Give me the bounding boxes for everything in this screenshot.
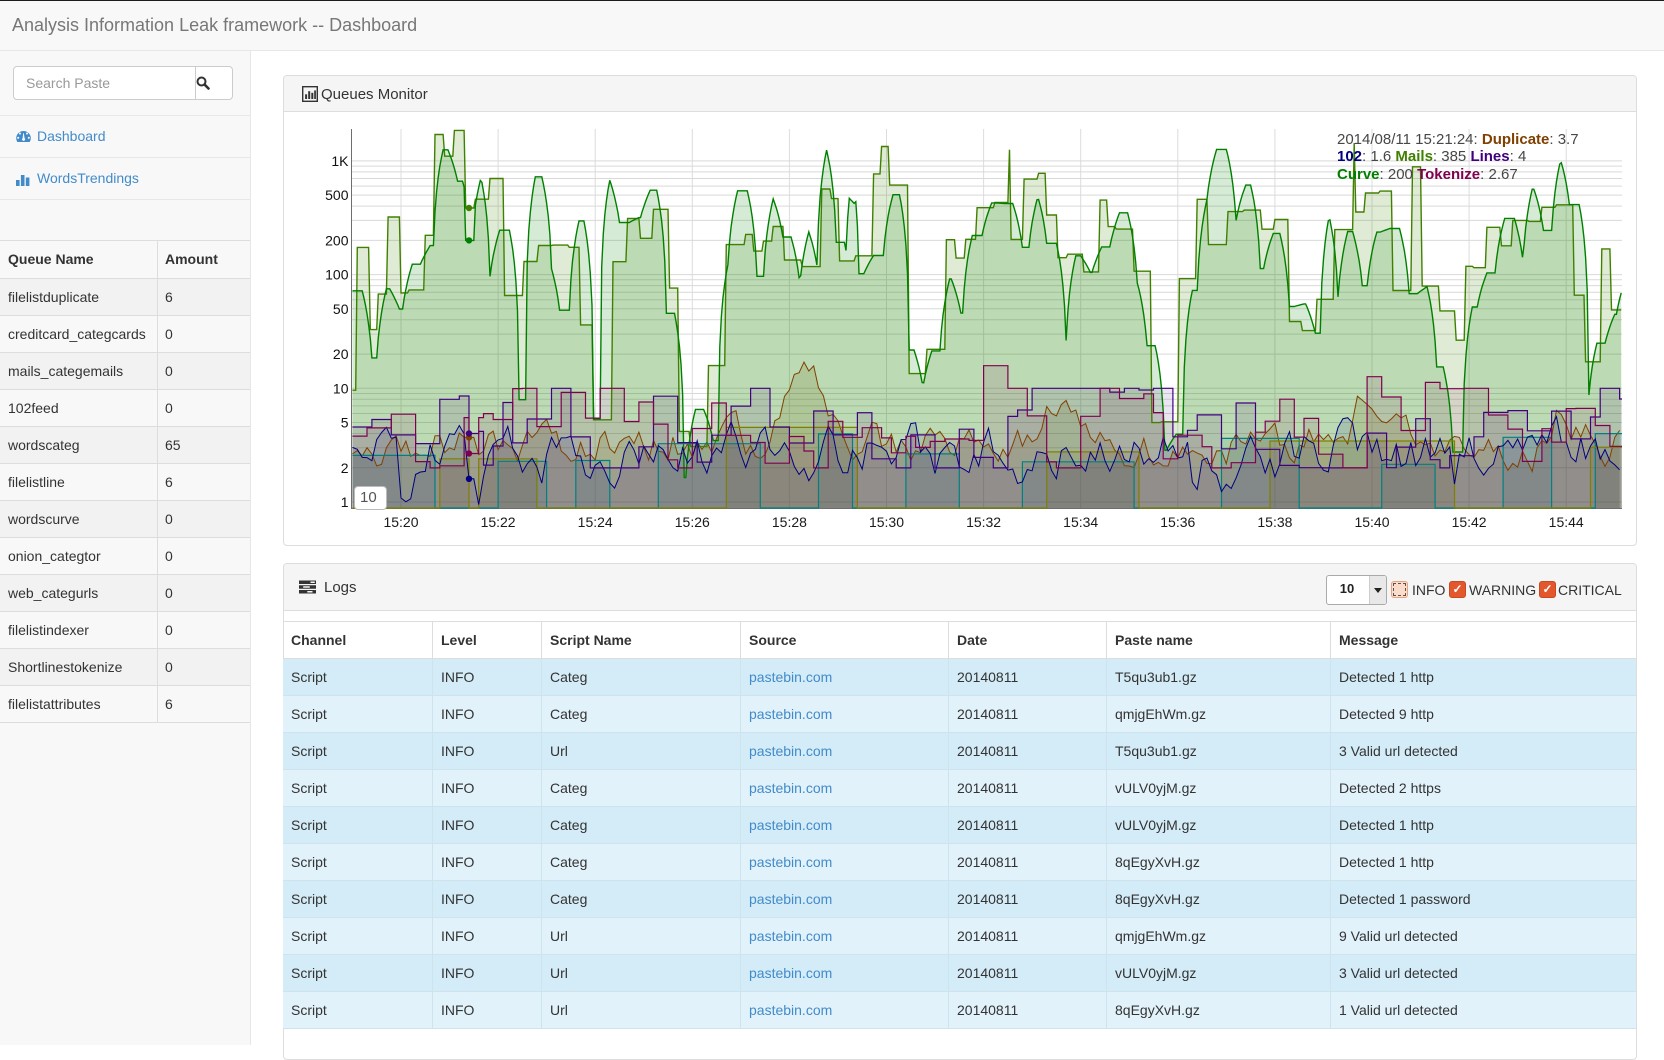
svg-text:20: 20	[333, 346, 349, 362]
svg-text:15:38: 15:38	[1257, 514, 1292, 530]
svg-text:15:36: 15:36	[1160, 514, 1195, 530]
svg-text:1K: 1K	[331, 153, 349, 169]
svg-text:15:20: 15:20	[383, 514, 418, 530]
svg-text:15:32: 15:32	[966, 514, 1001, 530]
svg-text:15:24: 15:24	[578, 514, 613, 530]
svg-text:15:22: 15:22	[481, 514, 516, 530]
svg-text:15:42: 15:42	[1452, 514, 1487, 530]
svg-text:50: 50	[333, 301, 349, 317]
svg-text:15:26: 15:26	[675, 514, 710, 530]
svg-text:15:34: 15:34	[1063, 514, 1098, 530]
svg-text:5: 5	[341, 415, 349, 431]
svg-text:500: 500	[325, 187, 349, 203]
svg-text:15:28: 15:28	[772, 514, 807, 530]
svg-text:15:40: 15:40	[1354, 514, 1389, 530]
svg-text:15:44: 15:44	[1549, 514, 1584, 530]
svg-text:2: 2	[341, 460, 349, 476]
svg-text:200: 200	[325, 232, 349, 248]
svg-text:10: 10	[333, 380, 349, 396]
svg-text:100: 100	[325, 267, 349, 283]
svg-text:1: 1	[341, 494, 349, 510]
svg-text:15:30: 15:30	[869, 514, 904, 530]
